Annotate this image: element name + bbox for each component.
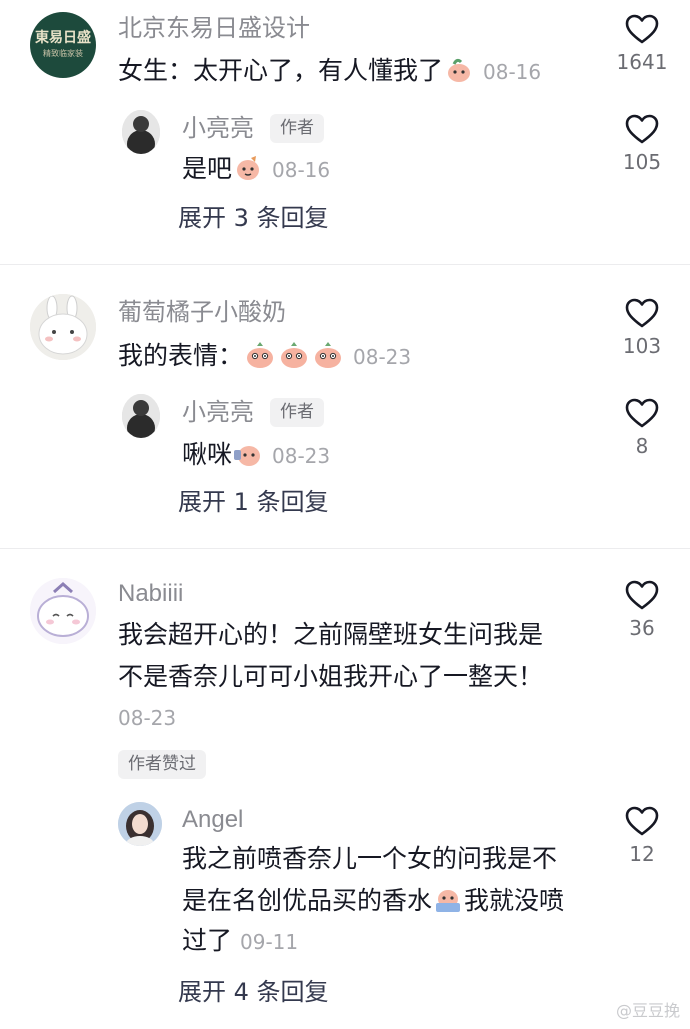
- heart-outline-icon: [625, 806, 659, 836]
- author-liked-badge: 作者赞过: [118, 750, 206, 779]
- like-button[interactable]: 36: [602, 580, 682, 638]
- peach-sticker-emoji: [278, 340, 310, 374]
- reply-username[interactable]: 小亮亮: [182, 116, 254, 140]
- like-count: 105: [622, 150, 662, 174]
- avatar-dongyi[interactable]: 東易日盛 精致临家装: [30, 12, 96, 78]
- reply-text-content: 是在名创优品买的香水: [182, 886, 433, 915]
- like-button[interactable]: 103: [602, 298, 682, 356]
- reply-date: 08-23: [272, 444, 331, 468]
- avatar-nabiiii[interactable]: [30, 578, 96, 644]
- peach-sticker-emoji: [233, 440, 263, 472]
- like-button[interactable]: 1641: [602, 14, 682, 72]
- comment-text: 女生：太开心了，有人懂我了 08-16: [118, 56, 541, 88]
- expand-replies-button[interactable]: 展开 4 条回复: [178, 980, 329, 1004]
- comment-username[interactable]: 葡萄橘子小酸奶: [118, 300, 286, 324]
- reply-text-content: 我就没喷: [464, 886, 565, 915]
- avatar-logo-text: 東易日盛: [35, 30, 91, 46]
- watermark: @豆豆挽: [615, 1001, 680, 1020]
- comment-text-content: 我的表情：: [118, 341, 244, 370]
- comment-date: 08-23: [118, 706, 177, 730]
- heart-outline-icon: [625, 14, 659, 44]
- comment-date: 08-23: [353, 345, 412, 369]
- expand-replies-button[interactable]: 展开 3 条回复: [178, 206, 329, 230]
- like-count: 103: [622, 334, 662, 358]
- like-count: 12: [629, 842, 655, 866]
- like-count: 1641: [616, 50, 668, 74]
- like-count: 36: [629, 616, 655, 640]
- heart-outline-icon: [625, 398, 659, 428]
- reply-username[interactable]: Angel: [182, 808, 243, 832]
- peach-sticker-emoji: [444, 56, 474, 88]
- expand-replies-button[interactable]: 展开 1 条回复: [178, 490, 329, 514]
- comment-text-line: 不是香奈儿可可小姐我开心了一整天！: [118, 662, 544, 691]
- like-count: 8: [635, 434, 649, 458]
- like-button[interactable]: 12: [602, 806, 682, 864]
- heart-outline-icon: [625, 298, 659, 328]
- heart-outline-icon: [625, 580, 659, 610]
- reply-text-line: 过了 09-11: [182, 928, 298, 953]
- reply-text-content: 是吧: [182, 154, 233, 183]
- comment-username[interactable]: Nabiiii: [118, 582, 183, 606]
- avatar-xiaoliangliang[interactable]: [122, 394, 160, 438]
- author-badge: 作者: [270, 114, 324, 143]
- reply-username[interactable]: 小亮亮: [182, 400, 254, 424]
- reply-text-line: 是在名创优品买的香水 我就没喷: [182, 886, 564, 918]
- heart-outline-icon: [625, 114, 659, 144]
- reply-text: 啾咪 08-23: [182, 440, 330, 472]
- reply-date: 09-11: [240, 930, 299, 954]
- comment-text: 我的表情： 08-23: [118, 340, 411, 374]
- reply-date: 08-16: [272, 158, 331, 182]
- comment-text-line: 我会超开心的！之前隔壁班女生问我是: [118, 620, 544, 649]
- avatar-xiaoliangliang[interactable]: [122, 110, 160, 154]
- comment-username[interactable]: 北京东易日盛设计: [118, 16, 310, 40]
- peach-sticker-emoji: [244, 340, 276, 374]
- divider: [0, 264, 690, 265]
- peach-sticker-emoji: [233, 154, 263, 186]
- reply-text: 是吧 08-16: [182, 154, 330, 186]
- reply-text-content: 过了: [182, 926, 233, 955]
- reply-text-line: 我之前喷香奈儿一个女的问我是不: [182, 844, 558, 873]
- reply-text-content: 啾咪: [182, 440, 233, 469]
- avatar-putao[interactable]: [30, 294, 96, 360]
- comment-date: 08-16: [483, 60, 542, 84]
- like-button[interactable]: 8: [602, 398, 682, 456]
- peach-sticker-emoji: [433, 886, 463, 918]
- peach-sticker-emoji: [312, 340, 344, 374]
- divider: [0, 548, 690, 549]
- comment-text-content: 女生：太开心了，有人懂我了: [118, 56, 444, 85]
- like-button[interactable]: 105: [602, 114, 682, 172]
- author-badge: 作者: [270, 398, 324, 427]
- avatar-logo-subtext: 精致临家装: [43, 49, 83, 58]
- avatar-angel[interactable]: [118, 802, 162, 846]
